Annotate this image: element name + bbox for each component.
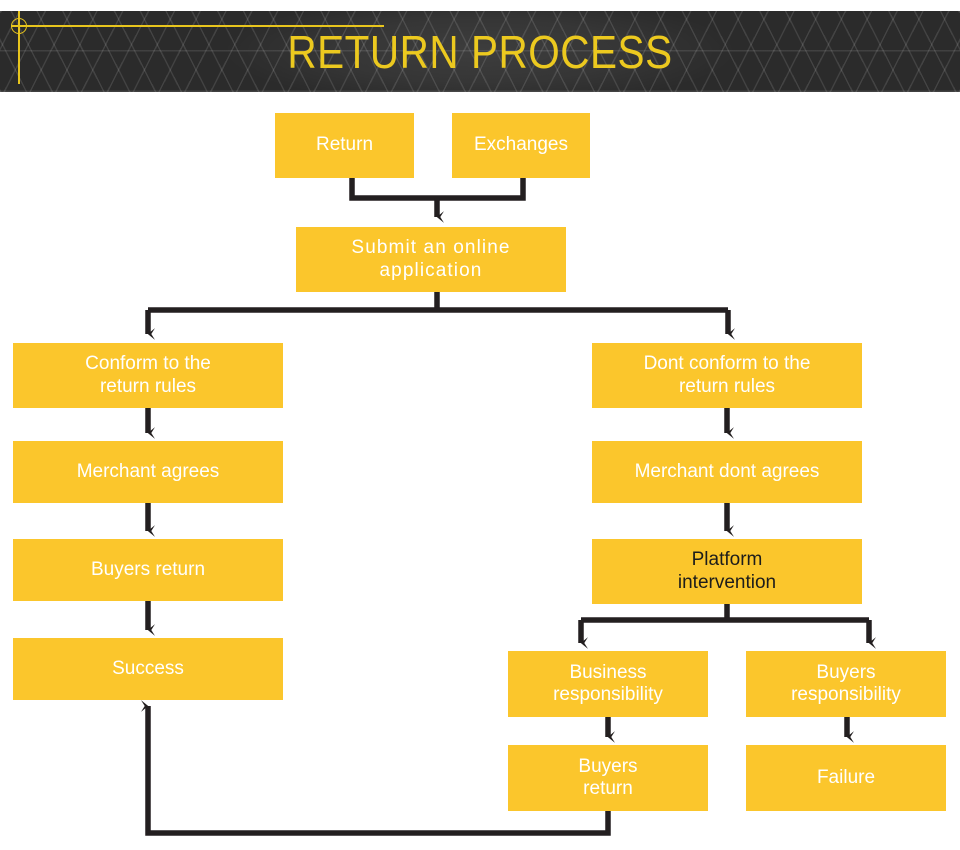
edge-exchanges-to-submit: [437, 178, 526, 201]
page-title: RETURN PROCESS: [287, 25, 673, 78]
node-dont-conform-to-return-rules[interactable]: Dont conform to the return rules: [592, 343, 862, 408]
node-buyers-return-right[interactable]: Buyers return: [508, 745, 708, 811]
edge-return-to-submit: [349, 178, 437, 201]
node-submit-online-application[interactable]: Submit an online application: [296, 227, 566, 292]
node-platform-intervention[interactable]: Platform intervention: [592, 539, 862, 604]
node-merchant-agrees[interactable]: Merchant agrees: [13, 441, 283, 503]
node-conform-to-return-rules[interactable]: Conform to the return rules: [13, 343, 283, 408]
node-return[interactable]: Return: [275, 113, 414, 178]
flowchart-page: RETURN PROCESS Return Exchanges Submit a…: [0, 0, 960, 850]
node-buyers-responsibility[interactable]: Buyers responsibility: [746, 651, 946, 717]
node-exchanges[interactable]: Exchanges: [452, 113, 590, 178]
horizontal-rule-icon: [11, 25, 384, 27]
node-merchant-dont-agrees[interactable]: Merchant dont agrees: [592, 441, 862, 503]
flowchart-canvas: Return Exchanges Submit an online applic…: [0, 92, 960, 850]
circle-outline-icon: [11, 18, 27, 34]
header-band: RETURN PROCESS: [0, 11, 960, 92]
node-failure[interactable]: Failure: [746, 745, 946, 811]
node-success[interactable]: Success: [13, 638, 283, 700]
node-buyers-return-left[interactable]: Buyers return: [13, 539, 283, 601]
node-business-responsibility[interactable]: Business responsibility: [508, 651, 708, 717]
